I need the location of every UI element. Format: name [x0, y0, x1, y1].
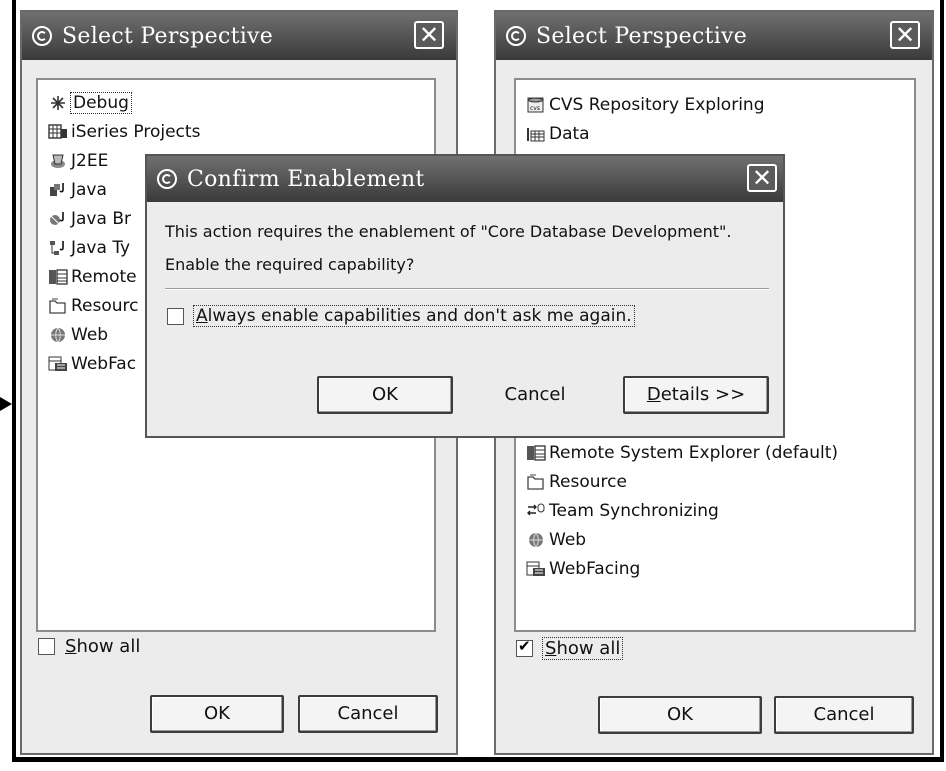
perspective-item-label: Team Synchronizing [549, 500, 719, 521]
perspective-item-label: Web [549, 529, 587, 550]
always-enable-checkbox[interactable] [167, 307, 184, 325]
eclipse-app-icon [32, 26, 52, 46]
resource-icon [48, 297, 68, 315]
perspective-item-label: CVS Repository Exploring [549, 94, 765, 115]
perspective-item-label: Remote [71, 266, 137, 287]
left-dialog-close-button[interactable]: ✕ [414, 21, 444, 49]
perspective-list-item[interactable]: Data [526, 119, 914, 148]
svg-text:cvs: cvs [530, 105, 540, 112]
perspective-item-label: Web [71, 324, 109, 345]
right-cancel-button[interactable]: Cancel [774, 696, 914, 734]
perspective-item-label: iSeries Projects [71, 121, 201, 142]
perspective-list-item[interactable]: Web [526, 525, 838, 554]
eclipse-app-icon [506, 26, 526, 46]
perspective-item-label: J2EE [71, 150, 109, 171]
perspective-item-label: Java Br [71, 208, 131, 229]
remote-system-explorer-icon [526, 444, 546, 462]
perspective-item-label: Java Ty [71, 237, 131, 258]
perspective-list-item[interactable]: Resource [526, 467, 838, 496]
cvs-repository-icon: cvs [526, 96, 546, 114]
confirm-dialog-titlebar: Confirm Enablement ✕ [147, 156, 783, 202]
perspective-item-label: Data [549, 123, 590, 144]
perspective-item-label: WebFac [71, 353, 137, 374]
perspective-list-item[interactable]: Remote System Explorer (default) [526, 438, 838, 467]
right-ok-button[interactable]: OK [598, 696, 762, 734]
confirm-ok-button[interactable]: OK [317, 376, 453, 414]
confirm-message-line1: This action requires the enablement of "… [165, 222, 732, 241]
perspective-list-item[interactable]: Team Synchronizing [526, 496, 838, 525]
right-show-all-checkbox[interactable] [516, 637, 533, 657]
confirm-separator [165, 288, 769, 290]
perspective-item-label: Resourc [71, 295, 139, 316]
confirm-always-enable-row[interactable]: Always enable capabilities and don't ask… [167, 305, 635, 327]
web-icon [48, 326, 68, 344]
perspective-list-item[interactable]: iSeries Projects [48, 117, 434, 146]
left-cancel-button[interactable]: Cancel [298, 695, 438, 733]
pointer-arrow-icon [0, 397, 12, 411]
eclipse-app-icon [157, 169, 177, 189]
perspective-item-label: Debug [70, 91, 132, 114]
perspective-item-label: Java [71, 179, 107, 200]
confirm-cancel-button[interactable]: Cancel [467, 376, 603, 414]
confirm-dialog-title: Confirm Enablement [187, 166, 425, 192]
java-browsing-icon [48, 210, 68, 228]
team-synchronizing-icon [526, 502, 546, 520]
left-show-all-checkbox[interactable] [38, 638, 55, 655]
right-dialog-title: Select Perspective [536, 23, 748, 49]
resource-icon [526, 473, 546, 491]
java-icon [48, 181, 68, 199]
confirm-message-line2: Enable the required capability? [165, 255, 415, 274]
iseries-projects-icon [48, 123, 68, 141]
remote-system-explorer-icon [48, 268, 68, 286]
perspective-item-label: WebFacing [549, 558, 641, 579]
perspective-list-item[interactable]: Debug [48, 88, 434, 117]
right-show-all-label: Show all [541, 637, 624, 660]
left-show-all-label: Show all [65, 636, 141, 657]
left-dialog-title: Select Perspective [62, 23, 274, 49]
perspective-list-item[interactable]: cvs CVS Repository Exploring [526, 90, 914, 119]
perspective-item-label: Resource [549, 471, 627, 492]
always-enable-label: Always enable capabilities and don't ask… [193, 305, 635, 327]
left-dialog-titlebar: Select Perspective ✕ [22, 12, 456, 60]
web-icon [526, 531, 546, 549]
java-type-hierarchy-icon [48, 239, 68, 257]
right-dialog-titlebar: Select Perspective ✕ [496, 12, 932, 60]
webfacing-icon [48, 355, 68, 373]
left-ok-button[interactable]: OK [150, 695, 284, 733]
right-show-all-checkbox-row[interactable]: Show all [516, 637, 624, 660]
j2ee-icon [48, 152, 68, 170]
confirm-enablement-dialog: Confirm Enablement ✕ This action require… [145, 154, 785, 438]
right-dialog-close-button[interactable]: ✕ [890, 21, 920, 49]
debug-icon [48, 94, 68, 112]
perspective-item-label: Remote System Explorer (default) [549, 442, 839, 463]
left-show-all-checkbox-row[interactable]: Show all [38, 636, 140, 657]
confirm-dialog-close-button[interactable]: ✕ [747, 164, 777, 192]
confirm-details-button[interactable]: Details >> [623, 376, 769, 414]
webfacing-icon [526, 560, 546, 578]
data-icon [526, 125, 546, 143]
perspective-list-item[interactable]: WebFacing [526, 554, 838, 583]
